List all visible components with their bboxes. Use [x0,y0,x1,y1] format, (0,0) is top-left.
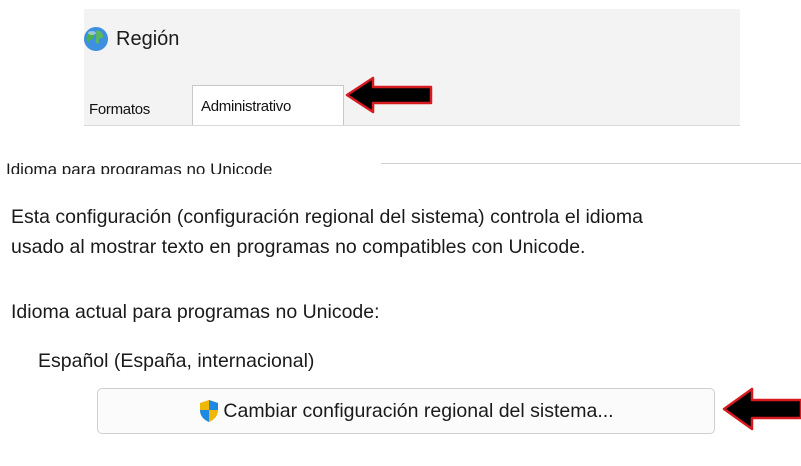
description-line-2: usado al mostrar texto en programas no c… [11,236,586,258]
current-language-label: Idioma actual para programas no Unicode: [11,301,380,323]
annotation-arrow-button [722,387,801,431]
group-title: Idioma para programas no Unicode [6,160,273,174]
change-system-locale-button[interactable]: Cambiar configuración regional del siste… [97,388,715,434]
tab-formatos[interactable]: Formatos [89,101,150,118]
group-divider [381,163,801,164]
uac-shield-icon [200,400,219,422]
change-button-label: Cambiar configuración regional del siste… [223,399,614,422]
globe-icon [84,27,108,51]
title-bar: Región [84,21,179,57]
annotation-arrow-tab [345,76,433,114]
window-title: Región [116,27,180,50]
current-language-value: Español (España, internacional) [38,350,315,372]
tab-administrativo[interactable]: Administrativo [192,85,344,125]
description-line-1: Esta configuración (configuración region… [11,206,643,228]
